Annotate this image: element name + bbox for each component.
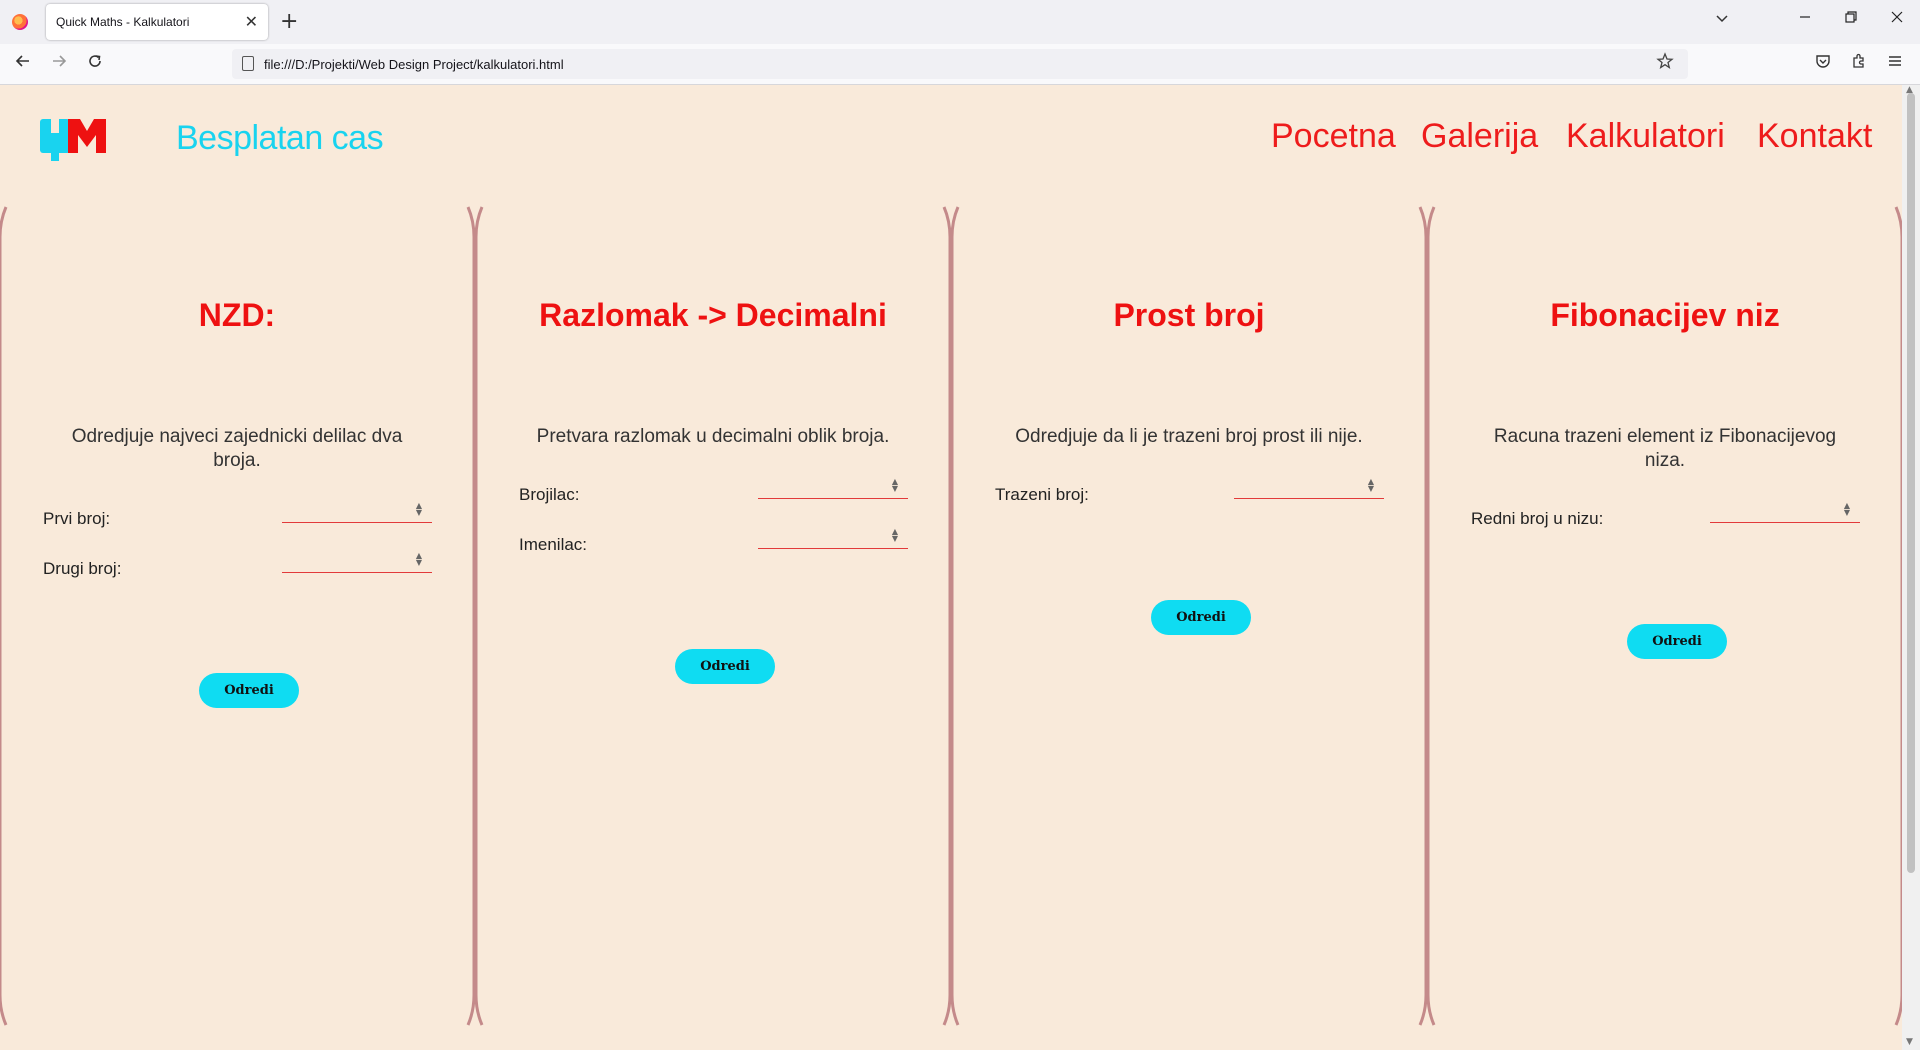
nav-link-pocetna[interactable]: Pocetna: [1271, 117, 1396, 156]
minimize-icon[interactable]: [1798, 10, 1812, 28]
nav-link-kontakt[interactable]: Kontakt: [1757, 117, 1872, 156]
restore-icon[interactable]: [1844, 10, 1858, 28]
calculator-card-nzd: NZD: Odredjuje najveci zajednicki delila…: [0, 206, 476, 1026]
reload-icon[interactable]: [86, 52, 104, 75]
field-label-trazeni-broj: Trazeni broj:: [995, 485, 1089, 504]
trazeni-broj-input[interactable]: [1234, 473, 1384, 499]
scrollbar-thumb[interactable]: [1907, 93, 1915, 873]
number-spinner-icon[interactable]: ▲ ▼: [1840, 502, 1854, 520]
page-content: Besplatan cas Pocetna Galerija Kalkulato…: [0, 85, 1904, 1050]
odredi-button[interactable]: Odredi: [1151, 600, 1251, 635]
number-spinner-icon[interactable]: ▲ ▼: [1364, 478, 1378, 496]
number-spinner-icon[interactable]: ▲ ▼: [888, 478, 902, 496]
odredi-button[interactable]: Odredi: [675, 649, 775, 684]
calculator-card-fibonaci: Fibonacijev niz Racuna trazeni element i…: [1426, 206, 1904, 1026]
new-tab-button[interactable]: +: [280, 9, 298, 34]
pocket-icon[interactable]: [1814, 52, 1832, 75]
bookmark-star-icon[interactable]: [1656, 52, 1674, 75]
url-bar[interactable]: file:///D:/Projekti/Web Design Project/k…: [232, 49, 1688, 79]
prvi-broj-input[interactable]: [282, 497, 432, 523]
tab-list-icon[interactable]: [1714, 10, 1730, 30]
back-arrow-icon[interactable]: [14, 52, 32, 75]
field-label-brojilac: Brojilac:: [519, 485, 580, 504]
browser-tab[interactable]: Quick Maths - Kalkulatori ✕: [46, 4, 268, 40]
field-label-drugi-broj: Drugi broj:: [43, 559, 122, 578]
scroll-down-icon[interactable]: ▼: [1906, 1037, 1913, 1047]
site-logo: [40, 119, 106, 161]
card-description: Odredjuje najveci zajednicki delilac dva…: [71, 426, 403, 471]
card-title: Razlomak -> Decimalni: [539, 297, 887, 333]
card-description: Odredjuje da li je trazeni broj prost il…: [1015, 426, 1363, 447]
page-scrollbar[interactable]: ▲ ▼: [1902, 85, 1920, 1050]
extensions-icon[interactable]: [1850, 52, 1868, 75]
odredi-button[interactable]: Odredi: [1627, 624, 1727, 659]
brand-title[interactable]: Besplatan cas: [176, 119, 384, 158]
close-window-icon[interactable]: [1890, 10, 1904, 28]
card-description: Pretvara razlomak u decimalni oblik broj…: [536, 426, 890, 447]
calculator-card-prost-broj: Prost broj Odredjuje da li je trazeni br…: [950, 206, 1428, 1026]
field-label-redni-broj: Redni broj u nizu:: [1471, 509, 1604, 528]
card-description: Racuna trazeni element iz Fibonacijevog …: [1493, 426, 1837, 471]
odredi-button[interactable]: Odredi: [199, 673, 299, 708]
card-title: Fibonacijev niz: [1550, 297, 1780, 333]
forward-arrow-icon[interactable]: [50, 52, 68, 75]
drugi-broj-input[interactable]: [282, 547, 432, 573]
menu-icon[interactable]: [1886, 52, 1904, 75]
browser-tab-bar: Quick Maths - Kalkulatori ✕ +: [0, 0, 1920, 44]
brojilac-input[interactable]: [758, 473, 908, 499]
url-text[interactable]: file:///D:/Projekti/Web Design Project/k…: [264, 57, 564, 72]
number-spinner-icon[interactable]: ▲ ▼: [412, 552, 426, 570]
number-spinner-icon[interactable]: ▲ ▼: [412, 502, 426, 520]
card-title: Prost broj: [1113, 297, 1265, 333]
card-title: NZD:: [198, 297, 276, 333]
redni-broj-input[interactable]: [1710, 497, 1860, 523]
calculator-card-razlomak: Razlomak -> Decimalni Pretvara razlomak …: [474, 206, 952, 1026]
field-label-imenilac: Imenilac:: [519, 535, 588, 554]
tab-title: Quick Maths - Kalkulatori: [56, 15, 190, 29]
imenilac-input[interactable]: [758, 523, 908, 549]
page-icon: [242, 56, 254, 71]
browser-nav-bar: file:///D:/Projekti/Web Design Project/k…: [0, 44, 1920, 85]
nav-link-galerija[interactable]: Galerija: [1421, 117, 1538, 156]
firefox-logo-icon: [12, 14, 28, 30]
number-spinner-icon[interactable]: ▲ ▼: [888, 528, 902, 546]
close-tab-icon[interactable]: ✕: [245, 12, 258, 31]
field-label-prvi-broj: Prvi broj:: [43, 509, 111, 528]
nav-link-kalkulatori[interactable]: Kalkulatori: [1566, 117, 1725, 156]
